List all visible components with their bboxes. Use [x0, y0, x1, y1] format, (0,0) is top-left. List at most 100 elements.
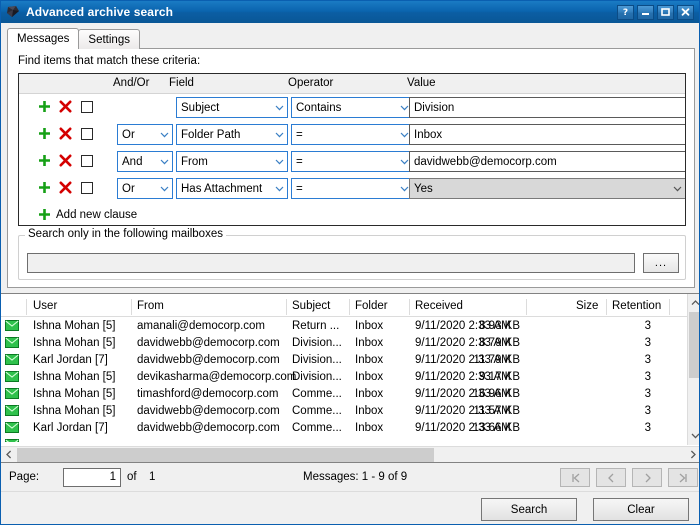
add-clause-icon[interactable]	[38, 181, 51, 194]
column-divider[interactable]	[286, 299, 287, 315]
andor-select[interactable]: And	[117, 151, 173, 172]
andor-select[interactable]: Or	[117, 178, 173, 199]
table-row-partial[interactable]	[1, 437, 687, 442]
criteria-row: Or Has Attachment =	[19, 175, 685, 202]
chevron-down-icon	[156, 179, 172, 198]
svg-text:?: ?	[623, 8, 628, 17]
operator-select[interactable]: =	[291, 178, 413, 199]
operator-select[interactable]: =	[291, 151, 413, 172]
maximize-button[interactable]	[657, 5, 674, 20]
add-clause-icon[interactable]	[38, 154, 51, 167]
column-header-retention[interactable]: Retention	[612, 300, 661, 312]
tab-settings-label: Settings	[88, 34, 130, 46]
delete-clause-icon[interactable]	[59, 154, 72, 167]
page-label: Page:	[9, 471, 39, 483]
prev-page-button[interactable]	[596, 468, 626, 487]
column-header-subject[interactable]: Subject	[292, 300, 330, 312]
scroll-right-icon[interactable]	[686, 447, 700, 462]
table-row[interactable]: Karl Jordan [7] davidwebb@democorp.com D…	[1, 352, 687, 369]
column-header-user[interactable]: User	[33, 300, 57, 312]
results-horizontal-scrollbar[interactable]	[1, 446, 700, 462]
table-row[interactable]: Ishna Mohan [5] davidwebb@democorp.com D…	[1, 335, 687, 352]
criteria-row-checkbox[interactable]	[81, 182, 93, 194]
column-header-field: Field	[169, 77, 194, 89]
operator-select[interactable]: Contains	[291, 97, 413, 118]
column-header-folder[interactable]: Folder	[355, 300, 388, 312]
table-row[interactable]: Ishna Mohan [5] amanali@democorp.com Ret…	[1, 318, 687, 335]
tab-messages[interactable]: Messages	[7, 28, 79, 49]
next-page-button[interactable]	[632, 468, 662, 487]
add-new-clause-button[interactable]: Add new clause	[38, 208, 137, 221]
window-controls: ?	[617, 5, 697, 20]
close-button[interactable]	[677, 5, 694, 20]
field-select-value: Subject	[181, 102, 271, 114]
criteria-row-checkbox[interactable]	[81, 101, 93, 113]
results-grid-header: User From Subject Folder Received Size R…	[1, 297, 687, 317]
chevron-down-icon	[271, 179, 287, 198]
criteria-grid: And/Or Field Operator Value Subject	[18, 73, 686, 226]
tab-settings[interactable]: Settings	[78, 29, 140, 49]
clear-button[interactable]: Clear	[593, 498, 689, 521]
search-button[interactable]: Search	[481, 498, 577, 521]
criteria-row: And From =	[19, 148, 685, 175]
value-select[interactable]: Yes	[409, 178, 686, 199]
vertical-scroll-thumb[interactable]	[689, 312, 700, 378]
scroll-left-icon[interactable]	[2, 447, 16, 462]
operator-select-value: =	[296, 183, 396, 195]
horizontal-scroll-thumb[interactable]	[17, 448, 434, 462]
first-page-button[interactable]	[560, 468, 590, 487]
results-vertical-scrollbar[interactable]	[687, 294, 700, 445]
scroll-up-icon[interactable]	[688, 296, 700, 310]
table-row[interactable]: Ishna Mohan [5] davidwebb@democorp.com C…	[1, 403, 687, 420]
column-divider[interactable]	[526, 299, 527, 315]
field-select-value: Has Attachment	[181, 183, 271, 195]
delete-clause-icon[interactable]	[59, 181, 72, 194]
andor-select[interactable]: Or	[117, 124, 173, 145]
mailbox-input[interactable]	[27, 253, 635, 273]
field-select[interactable]: From	[176, 151, 288, 172]
table-row[interactable]: Ishna Mohan [5] devikasharma@democorp.co…	[1, 369, 687, 386]
add-new-clause-icon	[38, 208, 51, 221]
minimize-button[interactable]	[637, 5, 654, 20]
column-divider[interactable]	[26, 299, 27, 315]
delete-clause-icon[interactable]	[59, 127, 72, 140]
operator-select[interactable]: =	[291, 124, 413, 145]
column-divider[interactable]	[409, 299, 410, 315]
last-page-button[interactable]	[668, 468, 698, 487]
table-row[interactable]: Karl Jordan [7] davidwebb@democorp.com C…	[1, 420, 687, 437]
value-input[interactable]: davidwebb@democorp.com	[409, 151, 686, 172]
value-input[interactable]: Inbox	[409, 124, 686, 145]
chevron-down-icon	[156, 152, 172, 171]
scroll-down-icon[interactable]	[688, 429, 700, 443]
column-divider[interactable]	[131, 299, 132, 315]
help-button[interactable]: ?	[617, 5, 634, 20]
column-divider[interactable]	[349, 299, 350, 315]
column-divider[interactable]	[669, 299, 670, 315]
column-header-received[interactable]: Received	[415, 300, 463, 312]
delete-clause-icon[interactable]	[59, 100, 72, 113]
add-clause-icon[interactable]	[38, 100, 51, 113]
column-header-andor: And/Or	[113, 77, 149, 89]
cell-retention: 3	[1, 337, 651, 349]
table-row[interactable]: Ishna Mohan [5] timashford@democorp.com …	[1, 386, 687, 403]
field-select[interactable]: Folder Path	[176, 124, 288, 145]
column-header-from[interactable]: From	[137, 300, 164, 312]
mailbox-browse-button[interactable]: ...	[643, 253, 679, 273]
cell-retention: 3	[1, 371, 651, 383]
column-header-operator: Operator	[288, 77, 333, 89]
field-select[interactable]: Subject	[176, 97, 288, 118]
of-label: of	[127, 471, 137, 483]
criteria-row-checkbox[interactable]	[81, 155, 93, 167]
pagination-bar: Page: 1 of 1 Messages: 1 - 9 of 9	[1, 465, 700, 491]
column-divider[interactable]	[606, 299, 607, 315]
add-clause-icon[interactable]	[38, 127, 51, 140]
column-header-size[interactable]: Size	[576, 300, 598, 312]
field-select[interactable]: Has Attachment	[176, 178, 288, 199]
criteria-instruction: Find items that match these criteria:	[18, 55, 200, 67]
cell-retention: 3	[1, 320, 651, 332]
value-input-text: Division	[414, 102, 454, 114]
criteria-row-checkbox[interactable]	[81, 128, 93, 140]
gem-icon	[5, 4, 21, 20]
value-input[interactable]: Division	[409, 97, 686, 118]
page-input[interactable]: 1	[63, 468, 121, 487]
